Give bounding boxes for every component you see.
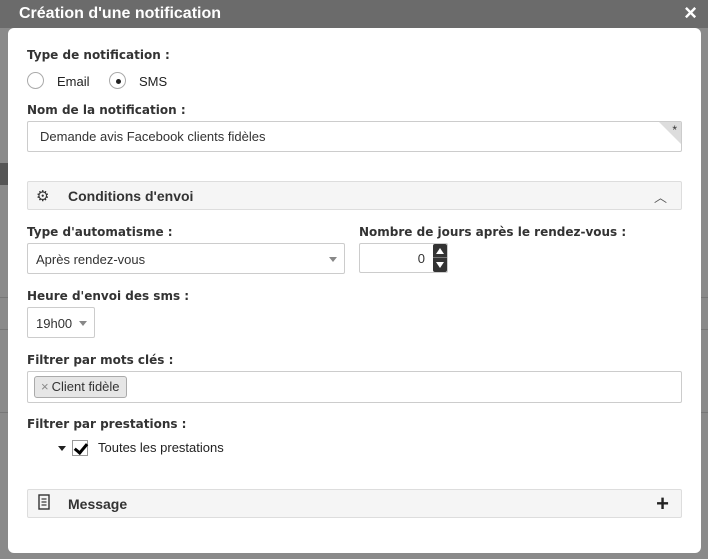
nombre-jours-input[interactable]: 0	[359, 243, 448, 273]
number-stepper[interactable]	[433, 244, 447, 272]
conditions-title: Conditions d'envoi	[68, 188, 194, 204]
stepper-down-icon[interactable]	[436, 262, 444, 268]
chevron-down-icon	[329, 257, 337, 262]
nom-notification-value: Demande avis Facebook clients fidèles	[40, 129, 266, 144]
nombre-jours-value: 0	[417, 251, 425, 266]
nom-notification-input[interactable]: Demande avis Facebook clients fidèles *	[27, 121, 682, 152]
required-corner	[659, 122, 681, 144]
required-marker: *	[672, 123, 677, 137]
background-strip	[0, 163, 8, 185]
plus-icon[interactable]: +	[656, 491, 669, 517]
chevron-down-icon	[79, 321, 87, 326]
message-section-header[interactable]: Message +	[27, 489, 682, 518]
type-automatisme-select[interactable]: Après rendez-vous	[27, 243, 345, 274]
radio-email[interactable]	[27, 72, 44, 89]
caret-down-icon[interactable]	[58, 446, 66, 451]
heure-envoi-value: 19h00	[36, 316, 73, 331]
keyword-tag: × Client fidèle	[34, 376, 127, 398]
notification-dialog: Type de notification : Email SMS Nom de …	[8, 28, 701, 553]
chevron-up-icon[interactable]: ︿	[654, 187, 667, 206]
close-icon[interactable]: ×	[684, 1, 697, 25]
prestations-checkbox[interactable]	[72, 440, 88, 456]
conditions-section-header[interactable]: ⚙ Conditions d'envoi ︿	[27, 181, 682, 210]
prestations-item-label: Toutes les prestations	[98, 440, 224, 455]
message-title: Message	[68, 496, 128, 512]
radio-email-label[interactable]: Email	[57, 74, 90, 89]
keyword-tag-label: Client fidèle	[51, 379, 120, 394]
stepper-divider	[433, 257, 447, 258]
modal-title: Création d'une notification	[19, 5, 222, 22]
nombre-jours-label: Nombre de jours après le rendez-vous :	[359, 225, 627, 239]
prestations-label: Filtrer par prestations :	[27, 417, 187, 431]
mots-cles-label: Filtrer par mots clés :	[27, 353, 174, 367]
document-icon-svg	[38, 494, 50, 510]
type-notification-label: Type de notification :	[27, 48, 170, 62]
nom-notification-label: Nom de la notification :	[27, 103, 186, 117]
gear-icon: ⚙	[36, 188, 50, 205]
type-automatisme-value: Après rendez-vous	[36, 252, 146, 267]
document-icon	[38, 494, 50, 514]
tag-remove-icon[interactable]: ×	[41, 379, 49, 394]
heure-envoi-label: Heure d'envoi des sms :	[27, 289, 190, 303]
heure-envoi-select[interactable]: 19h00	[27, 307, 95, 338]
stepper-up-icon[interactable]	[436, 248, 444, 254]
modal-titlebar: Création d'une notification ×	[0, 0, 708, 28]
radio-sms-label[interactable]: SMS	[139, 74, 167, 89]
radio-sms[interactable]	[109, 72, 126, 89]
mots-cles-input[interactable]: × Client fidèle	[27, 371, 682, 403]
type-automatisme-label: Type d'automatisme :	[27, 225, 173, 239]
